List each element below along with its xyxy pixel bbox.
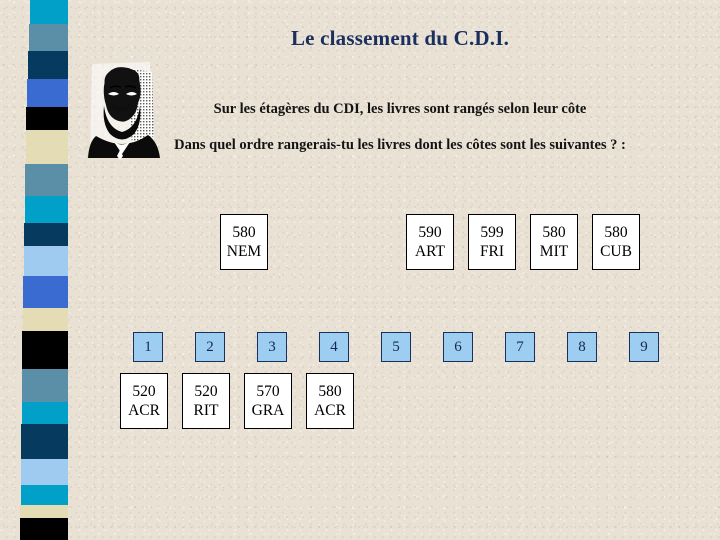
code-card-top[interactable]: 590 ART [406,214,454,270]
code-number: 580 [318,383,342,400]
code-card-bottom[interactable]: 580 ACR [306,373,354,429]
code-abbreviation: ACR [314,402,346,419]
code-abbreviation: MIT [539,243,569,260]
stripe-segment [20,505,68,518]
stripe-segment [27,79,68,107]
page-title: Le classement du C.D.I. [290,26,510,50]
stripe-segment [21,424,68,459]
code-abbreviation: CUB [600,243,632,260]
stripe-segment [23,308,68,331]
stripe-segment [28,51,68,79]
stripe-segment [22,369,68,402]
code-number: 580 [542,224,566,241]
stripe-segment [20,518,68,540]
code-abbreviation: GRA [251,402,285,419]
stripe-segment [24,246,68,276]
code-card-top[interactable]: 599 FRI [468,214,516,270]
code-number: 599 [480,224,504,241]
answer-slot-4[interactable]: 4 [319,332,349,362]
stripe-segment [25,164,68,196]
code-number: 520 [132,383,156,400]
answer-slot-1[interactable]: 1 [133,332,163,362]
answer-slot-5[interactable]: 5 [381,332,411,362]
answer-slot-6[interactable]: 6 [443,332,473,362]
code-card-top[interactable]: 580 MIT [530,214,578,270]
code-card-bottom[interactable]: 520 ACR [120,373,168,429]
code-number: 570 [256,383,280,400]
stripe-segment [23,276,68,308]
stripe-segment [30,0,68,24]
code-number: 520 [194,383,218,400]
code-abbreviation: ACR [128,402,160,419]
stripe-segment [26,130,68,164]
code-abbreviation: NEM [226,243,262,260]
answer-slot-7[interactable]: 7 [505,332,535,362]
answer-slot-9[interactable]: 9 [629,332,659,362]
code-card-top[interactable]: 580 NEM [220,214,268,270]
stripe-segment [25,196,68,223]
code-card-bottom[interactable]: 570 GRA [244,373,292,429]
stripe-segment [22,331,68,369]
code-abbreviation: RIT [193,402,219,419]
stripe-segment [24,223,68,246]
code-card-top[interactable]: 580 CUB [592,214,640,270]
code-abbreviation: FRI [479,243,505,260]
intro-text: Sur les étagères du CDI, les livres sont… [213,101,587,117]
code-number: 580 [604,224,628,241]
code-number: 590 [418,224,442,241]
code-number: 580 [232,224,256,241]
stripe-segment [21,459,68,485]
answer-slot-8[interactable]: 8 [567,332,597,362]
stripe-segment [26,107,68,130]
stripe-segment [22,402,68,424]
code-card-bottom[interactable]: 520 RIT [182,373,230,429]
code-abbreviation: ART [414,243,446,260]
answer-slot-2[interactable]: 2 [195,332,225,362]
stripe-segment [29,24,68,51]
answer-slot-3[interactable]: 3 [257,332,287,362]
stripe-segment [21,485,68,505]
question-text: Dans quel ordre rangerais-tu les livres … [174,137,626,153]
